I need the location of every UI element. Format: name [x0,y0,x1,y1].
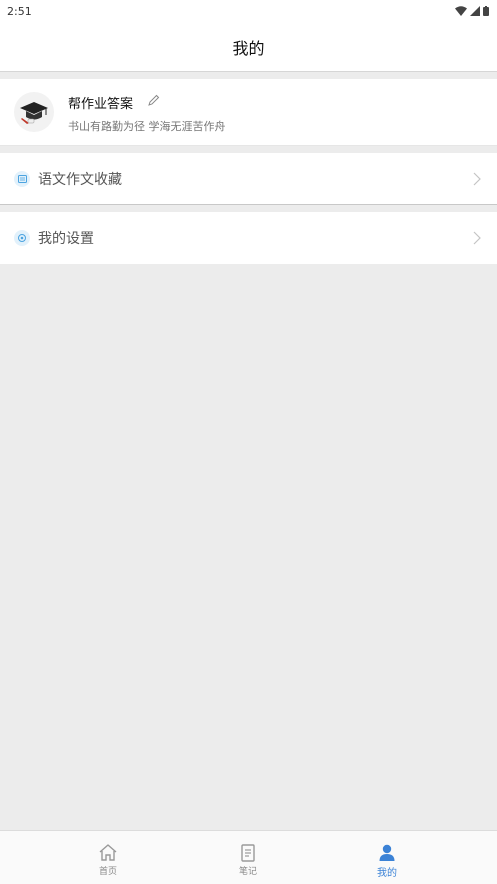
tab-mine[interactable]: 我的 [347,831,427,884]
status-bar: 2:51 [0,0,497,22]
menu-item-label: 语文作文收藏 [38,171,122,188]
tab-label: 首页 [98,867,117,877]
graduation-cap-icon [20,102,48,124]
signal-icon [470,6,480,16]
profile-name: 帮作业答案 [68,97,134,112]
tab-label: 我的 [377,868,397,879]
note-icon [241,844,255,862]
chevron-right-icon [473,172,481,185]
status-time: 2:51 [7,4,32,18]
battery-icon [483,6,489,16]
wifi-icon [455,6,467,16]
menu-item-essay-favorites[interactable]: 语文作文收藏 [0,153,497,205]
avatar[interactable] [14,92,54,132]
page-header: 我的 [0,22,497,72]
book-icon [14,170,30,187]
pencil-icon[interactable] [147,94,160,107]
settings-icon [14,230,30,246]
tab-notes[interactable]: 笔记 [208,831,288,884]
menu-item-my-settings[interactable]: 我的设置 [0,212,497,264]
status-icons [455,6,489,16]
page-title: 我的 [232,38,265,58]
profile-card[interactable]: 帮作业答案 书山有路勤为径 学海无涯苦作舟 [0,79,497,146]
user-icon [379,844,395,861]
profile-motto: 书山有路勤为径 学海无涯苦作舟 [68,120,226,133]
home-icon [99,844,117,861]
tab-home[interactable]: 首页 [68,831,148,884]
bottom-tab-bar: 首页 笔记 我的 [0,830,497,884]
chevron-right-icon [473,231,481,245]
menu-item-label: 我的设置 [38,231,94,247]
tab-label: 笔记 [238,867,257,877]
